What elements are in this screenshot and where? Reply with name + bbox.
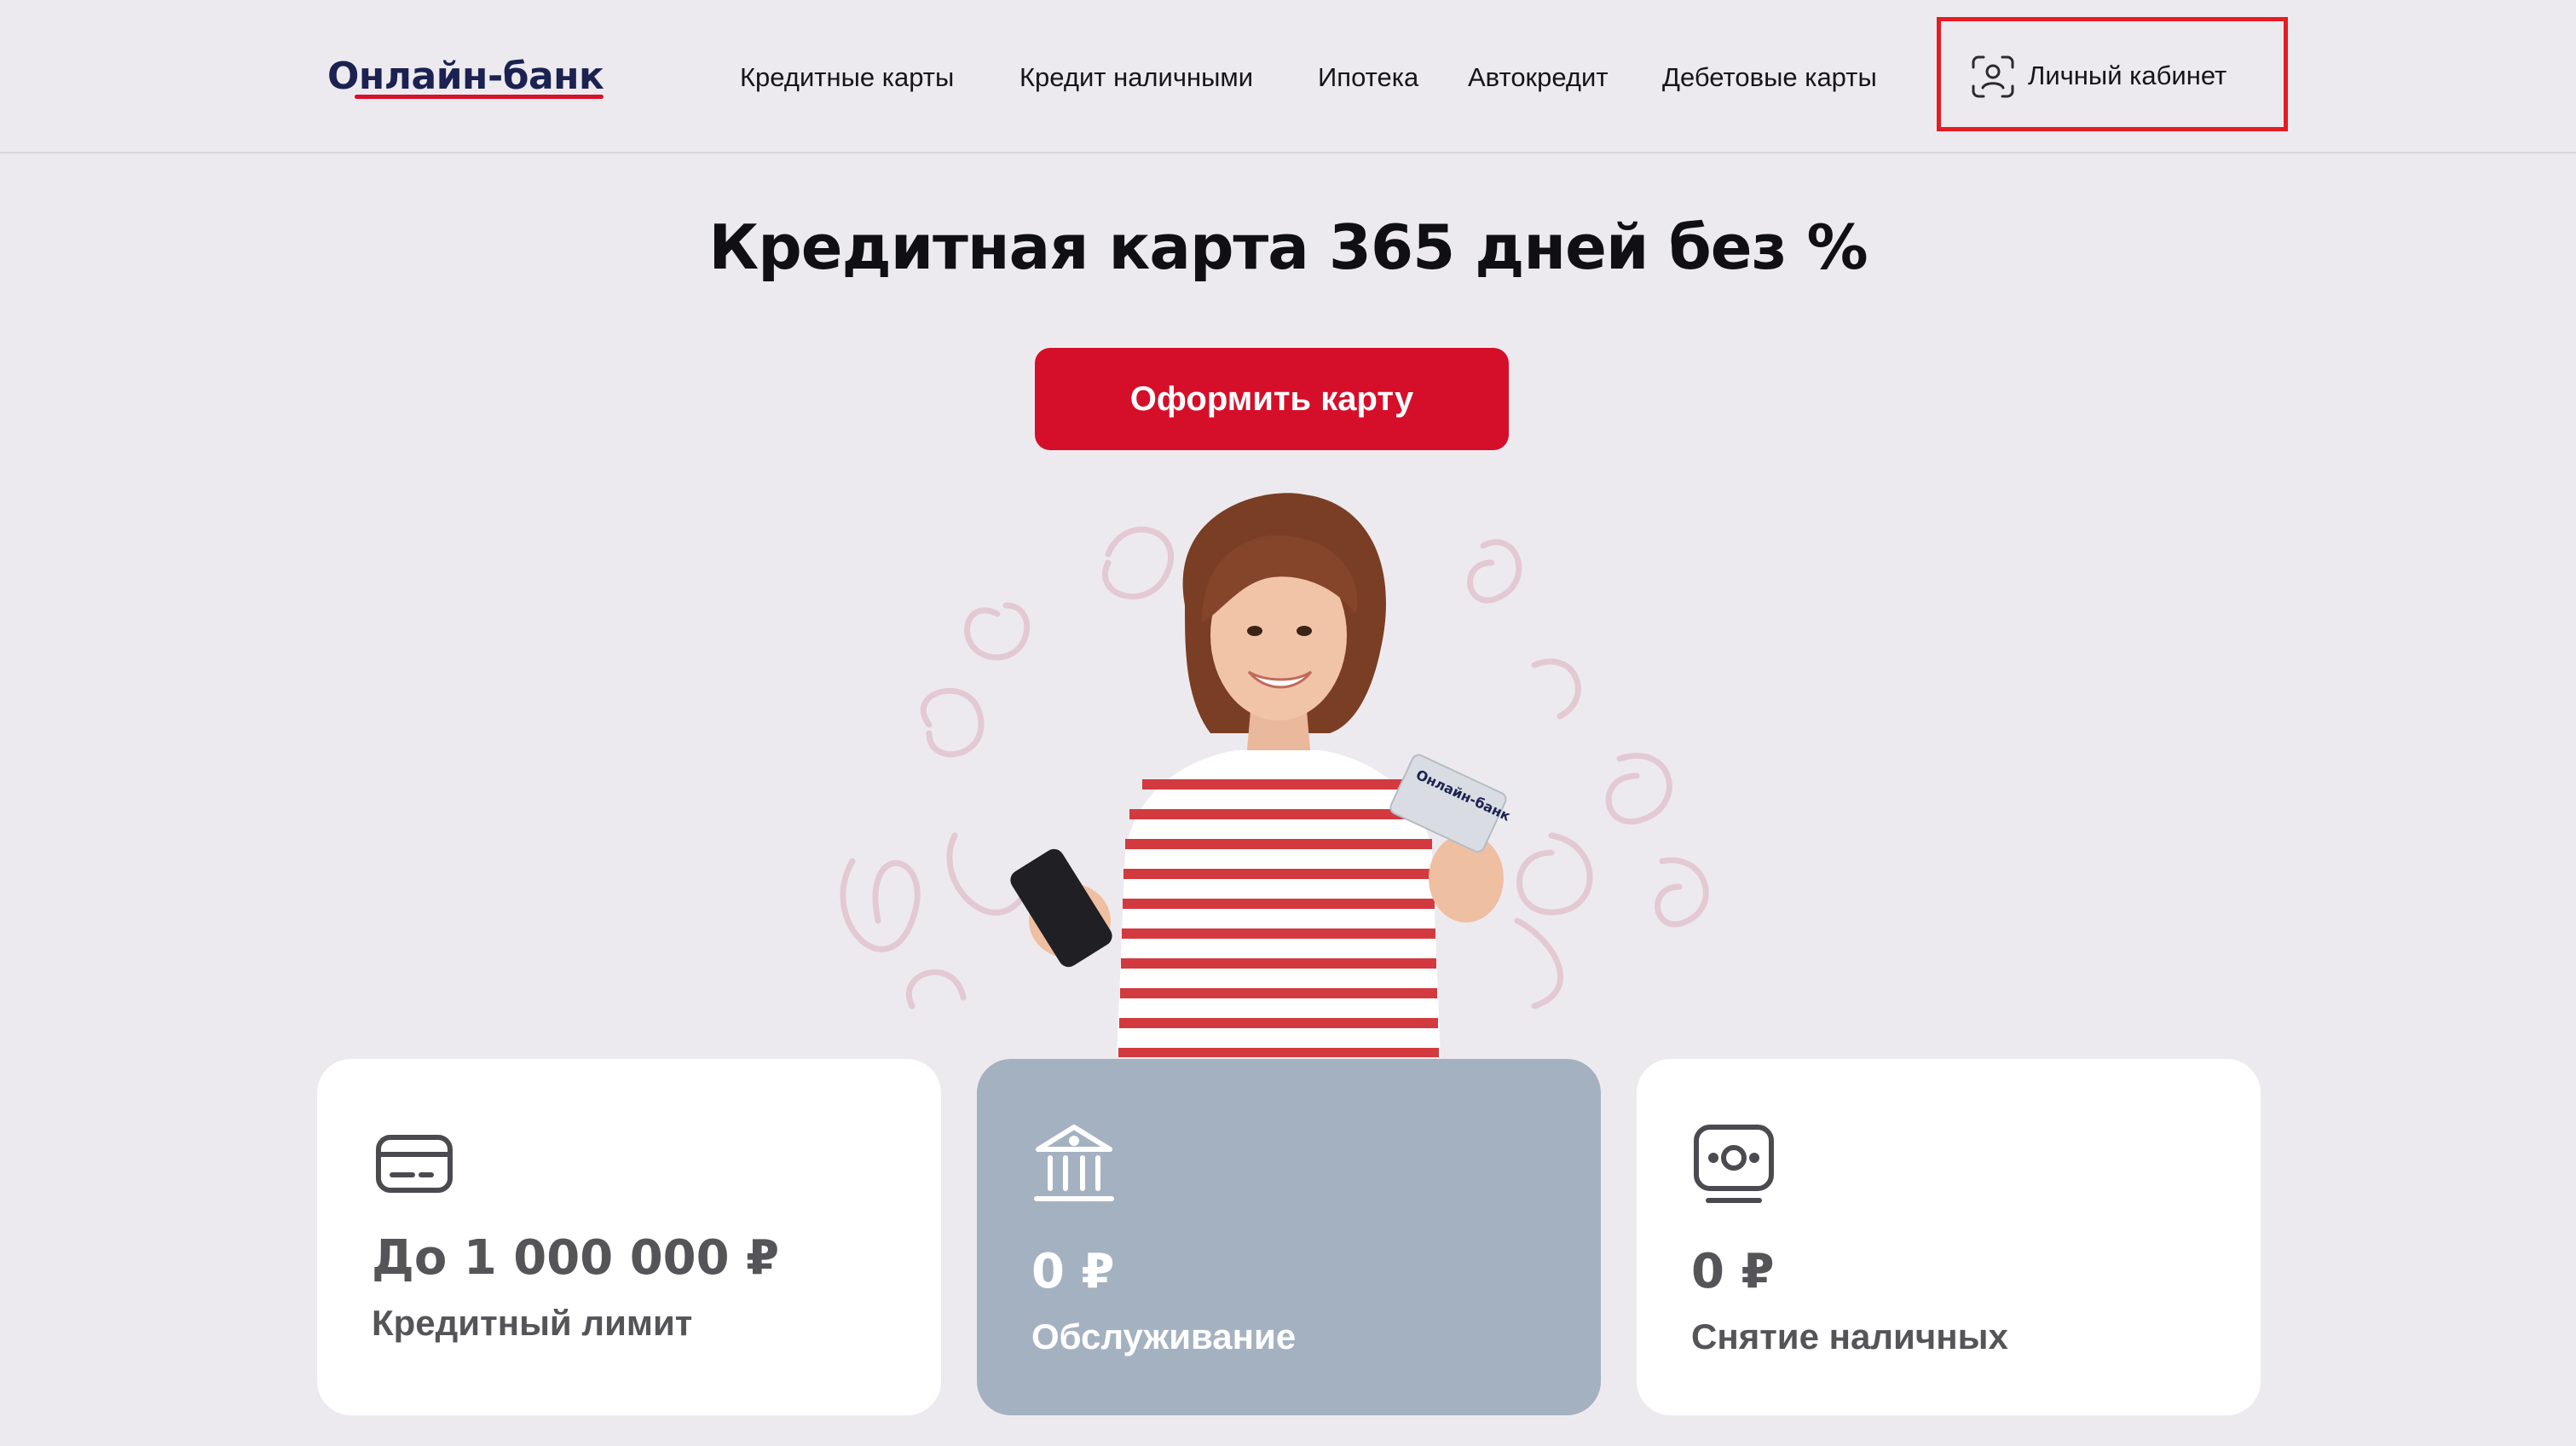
page-title: Кредитная карта 365 дней без %	[708, 211, 1868, 283]
credit-card-icon	[376, 1135, 453, 1193]
user-face-scan-icon	[1972, 55, 2014, 98]
feature-label: Снятие наличных	[1691, 1316, 2008, 1356]
nav-item-mortgage[interactable]: Ипотека	[1318, 56, 1418, 99]
site-header: Онлайн-банк Кредитные карты Кредит налич…	[0, 0, 2576, 153]
nav-item-debit-cards[interactable]: Дебетовые карты	[1662, 56, 1877, 99]
feature-value: 0 ₽	[1691, 1244, 1775, 1299]
feature-value: 0 ₽	[1031, 1244, 1115, 1299]
feature-card-service: 0 ₽ Обслуживание	[977, 1059, 1601, 1415]
bank-building-icon	[1034, 1125, 1114, 1201]
feature-card-cash-withdrawal: 0 ₽ Снятие наличных	[1637, 1059, 2261, 1415]
logo-text: Онлайн-банк	[327, 55, 604, 98]
nav-item-car-loan[interactable]: Автокредит	[1468, 56, 1609, 99]
feature-label: Кредитный лимит	[372, 1303, 693, 1343]
nav-item-credit-cards[interactable]: Кредитные карты	[740, 56, 954, 99]
nav-item-cash-loan[interactable]: Кредит наличными	[1019, 56, 1253, 99]
feature-label: Обслуживание	[1031, 1316, 1297, 1356]
apply-card-button[interactable]: Оформить карту	[1035, 348, 1509, 450]
logo[interactable]: Онлайн-банк	[327, 49, 604, 104]
feature-value: До 1 000 000 ₽	[372, 1230, 780, 1286]
personal-account-button[interactable]: Личный кабинет	[1937, 17, 2288, 131]
logo-underline	[355, 95, 604, 99]
personal-account-label: Личный кабинет	[2028, 61, 2227, 90]
cash-withdrawal-icon	[1694, 1125, 1774, 1203]
hero-woman-image: Онлайн-банк	[840, 493, 1709, 1057]
feature-card-credit-limit: До 1 000 000 ₽ Кредитный лимит	[317, 1059, 941, 1415]
